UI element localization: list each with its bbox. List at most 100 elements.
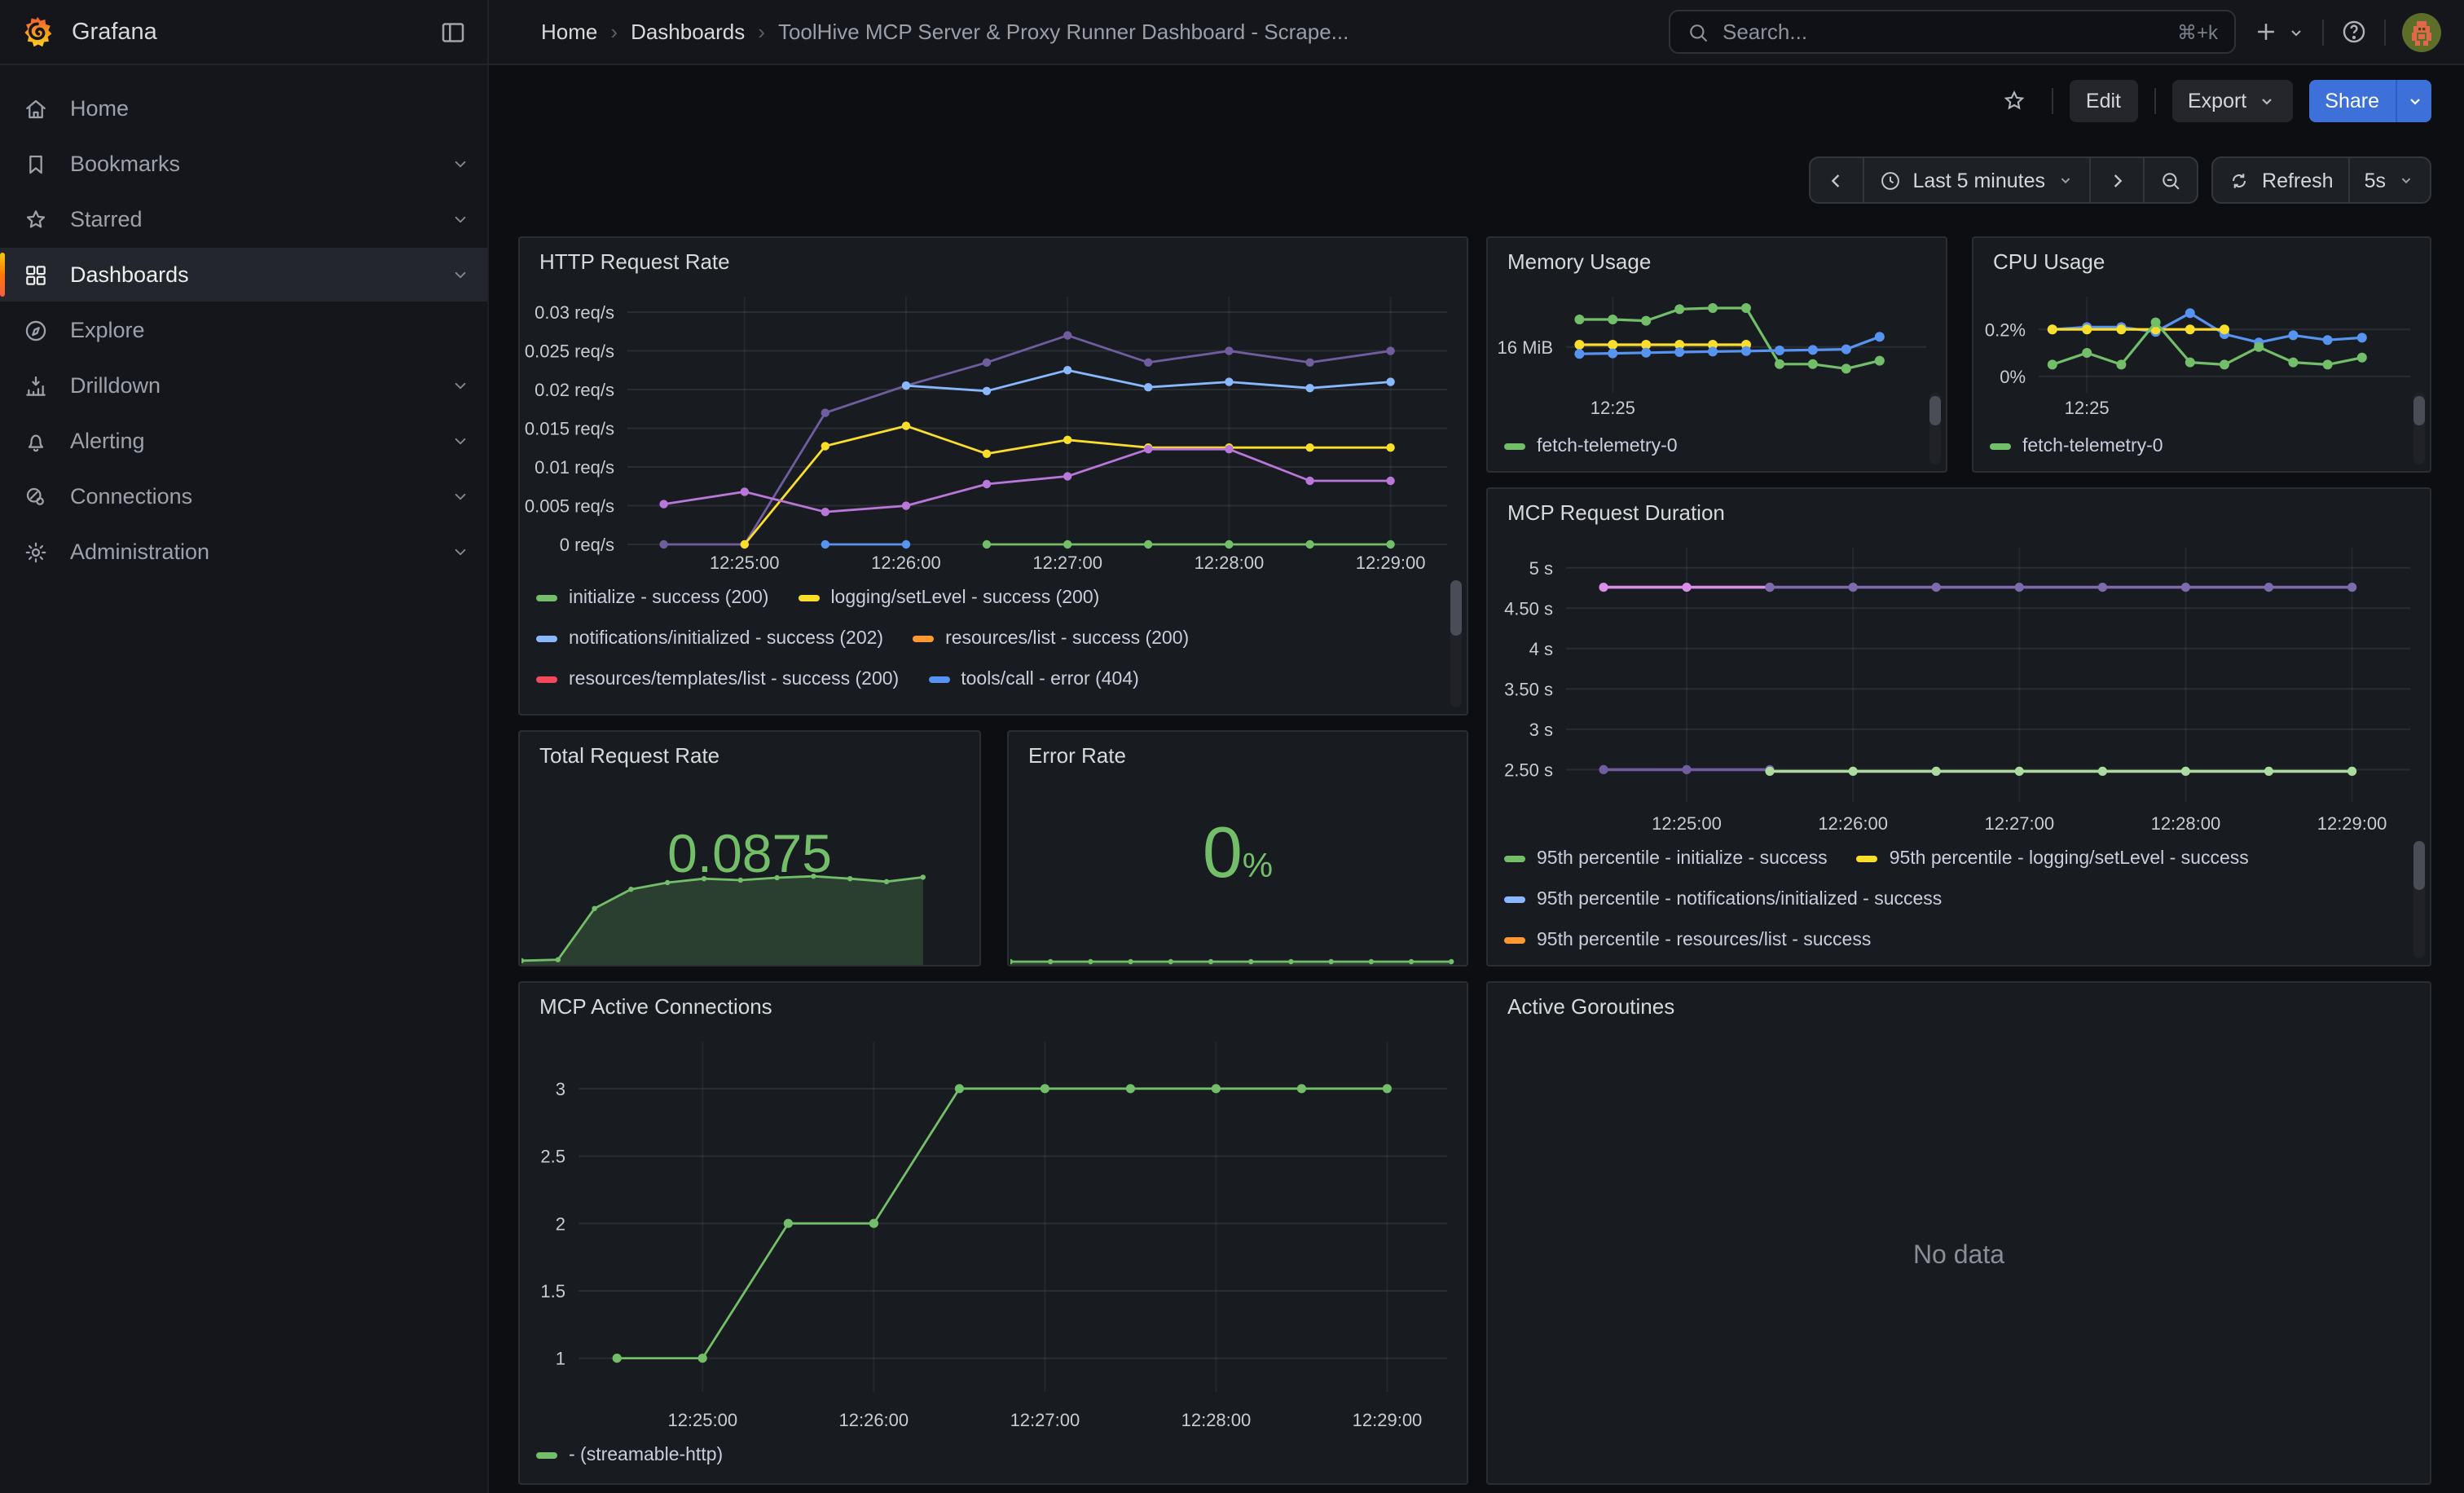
legend-label: 95th percentile - notifications/initiali… <box>1537 889 1942 909</box>
sidebar-item-connections[interactable]: Connections <box>0 469 487 523</box>
panel-cpu-usage[interactable]: CPU Usage 12:250.2%0% fetch-telemetry-0 <box>1972 236 2431 473</box>
error-rate-value: 0% <box>1009 813 1467 895</box>
legend-scrollbar[interactable] <box>1450 580 1462 707</box>
legend-item[interactable]: initialize - success (200) <box>536 588 768 607</box>
legend-item[interactable]: fetch-telemetry-0 <box>1504 436 1678 456</box>
legend-swatch <box>1504 443 1525 449</box>
legend-item[interactable]: resources/list - success (200) <box>913 628 1189 648</box>
svg-text:12:28:00: 12:28:00 <box>2151 813 2221 834</box>
panel-http-request-rate[interactable]: HTTP Request Rate 12:25:0012:26:0012:27:… <box>518 236 1468 716</box>
refresh-group: Refresh 5s <box>2211 156 2431 204</box>
divider <box>2052 88 2053 114</box>
svg-text:3: 3 <box>556 1079 565 1099</box>
legend-item[interactable]: fetch-telemetry-0 <box>1990 436 2163 456</box>
panel-total-request-rate[interactable]: Total Request Rate 0.0875 <box>518 730 981 967</box>
svg-text:0.025 req/s: 0.025 req/s <box>525 341 614 362</box>
chevron-down-icon <box>450 264 471 285</box>
panel-error-rate[interactable]: Error Rate 0% <box>1007 730 1468 967</box>
help-icon[interactable] <box>2340 18 2368 46</box>
breadcrumb-item[interactable]: Home <box>541 20 597 44</box>
chevron-down-icon <box>450 375 471 396</box>
legend-scrollbar[interactable] <box>1929 393 1941 465</box>
legend-label: - (streamable-http) <box>569 1445 723 1464</box>
legend-item[interactable]: resources/templates/list - success (200) <box>536 669 899 689</box>
svg-text:4 s: 4 s <box>1529 639 1553 659</box>
dashboard-toolbar: Edit Export Share <box>1993 78 2431 124</box>
grafana-app: Grafana Home›Dashboards›ToolHive MCP Ser… <box>0 0 2464 1493</box>
sidebar-item-alerting[interactable]: Alerting <box>0 414 487 468</box>
legend-swatch <box>1990 443 2011 449</box>
avatar[interactable] <box>2402 12 2441 51</box>
zoom-out-button[interactable] <box>2143 158 2197 202</box>
http-request-rate-chart: 12:25:0012:26:0012:27:0012:28:0012:29:00… <box>520 284 1467 577</box>
sidebar-item-explore[interactable]: Explore <box>0 303 487 357</box>
legend-label: initialize - success (200) <box>569 588 768 607</box>
legend-label: 95th percentile - logging/setLevel - suc… <box>1890 848 2249 868</box>
legend-row: 95th percentile - notifications/initiali… <box>1504 879 2407 919</box>
legend-label: resources/list - success (200) <box>945 628 1189 648</box>
legend-item[interactable]: 95th percentile - initialize - success <box>1504 848 1828 868</box>
cpu-legend: fetch-telemetry-0 <box>1990 425 2407 468</box>
legend-item[interactable]: logging/setLevel - success (200) <box>798 588 1099 607</box>
legend-item[interactable]: 95th percentile - notifications/initiali… <box>1504 889 1942 909</box>
legend-scrollbar[interactable] <box>2413 841 2425 958</box>
header-actions: Search... ⌘+k <box>1669 10 2464 54</box>
sidebar-item-drilldown[interactable]: Drilldown <box>0 359 487 412</box>
panel-title: CPU Usage <box>1973 238 2430 277</box>
legend-label: 95th percentile - initialize - success <box>1537 848 1828 868</box>
legend-swatch <box>1504 855 1525 861</box>
export-button[interactable]: Export <box>2171 80 2292 122</box>
divider <box>2384 19 2386 45</box>
sidebar-item-home[interactable]: Home <box>0 81 487 135</box>
favorite-star-button[interactable] <box>1993 80 2035 122</box>
time-back-button[interactable] <box>1810 158 1862 202</box>
legend-swatch <box>536 594 557 601</box>
sidebar-item-starred[interactable]: Starred <box>0 192 487 246</box>
svg-text:0%: 0% <box>2000 367 2026 387</box>
svg-text:0 req/s: 0 req/s <box>560 535 614 555</box>
svg-text:1.5: 1.5 <box>540 1281 565 1301</box>
time-forward-button[interactable] <box>2089 158 2143 202</box>
breadcrumb: Home›Dashboards›ToolHive MCP Server & Pr… <box>541 20 1349 44</box>
legend-item[interactable]: tools/call - error (404) <box>928 669 1139 689</box>
legend-item[interactable]: notifications/initialized - success (202… <box>536 628 883 648</box>
svg-text:12:25:00: 12:25:00 <box>710 553 780 573</box>
panel-active-goroutines[interactable]: Active Goroutines No data <box>1486 981 2431 1485</box>
chevron-down-icon <box>450 209 471 230</box>
legend-item[interactable]: tools/call - success (200) <box>536 710 775 711</box>
breadcrumb-item[interactable]: Dashboards <box>631 20 745 44</box>
panel-memory-usage[interactable]: Memory Usage 12:2516 MiB fetch-telemetry… <box>1486 236 1947 473</box>
share-menu-button[interactable] <box>2396 80 2431 122</box>
share-button[interactable]: Share <box>2308 80 2396 122</box>
legend-item[interactable]: 95th percentile - resources/list - succe… <box>1504 930 1871 949</box>
sidebar-item-label: Explore <box>70 318 471 342</box>
sidebar-item-bookmarks[interactable]: Bookmarks <box>0 137 487 191</box>
legend-item[interactable]: tools/list - success (200) <box>804 710 1038 711</box>
sidebar-toggle-icon[interactable] <box>438 17 468 46</box>
refresh-button[interactable]: Refresh <box>2213 158 2348 202</box>
sidebar-item-administration[interactable]: Administration <box>0 525 487 579</box>
panel-title: Active Goroutines <box>1488 983 2430 1022</box>
time-range-picker[interactable]: Last 5 minutes <box>1862 158 2089 202</box>
sidebar-item-dashboards[interactable]: Dashboards <box>0 248 487 302</box>
edit-button[interactable]: Edit <box>2070 80 2137 122</box>
star-icon <box>23 206 49 232</box>
breadcrumb-separator: › <box>758 20 765 44</box>
panel-mcp-active-connections[interactable]: MCP Active Connections 12:25:0012:26:001… <box>518 981 1468 1485</box>
legend-label: fetch-telemetry-0 <box>1537 436 1678 456</box>
panel-mcp-request-duration[interactable]: MCP Request Duration 12:25:0012:26:0012:… <box>1486 487 2431 967</box>
mcp-active-connections-chart: 12:25:0012:26:0012:27:0012:28:0012:29:00… <box>520 1028 1467 1434</box>
search-input[interactable]: Search... ⌘+k <box>1669 10 2236 54</box>
legend-scrollbar[interactable] <box>2413 393 2425 465</box>
svg-text:4.50 s: 4.50 s <box>1504 598 1553 619</box>
svg-text:12:28:00: 12:28:00 <box>1195 553 1265 573</box>
refresh-interval-picker[interactable]: 5s <box>2348 158 2430 202</box>
brand-name: Grafana <box>72 19 438 45</box>
add-button[interactable] <box>2252 18 2280 46</box>
legend-item[interactable]: - (streamable-http) <box>536 1445 723 1464</box>
chevron-down-icon <box>450 430 471 451</box>
legend-item[interactable]: 95th percentile - logging/setLevel - suc… <box>1857 848 2249 868</box>
chevron-down-icon[interactable] <box>2286 22 2306 42</box>
svg-text:3 s: 3 s <box>1529 720 1553 740</box>
legend-item[interactable]: unknown - success (200) <box>1067 710 1309 711</box>
